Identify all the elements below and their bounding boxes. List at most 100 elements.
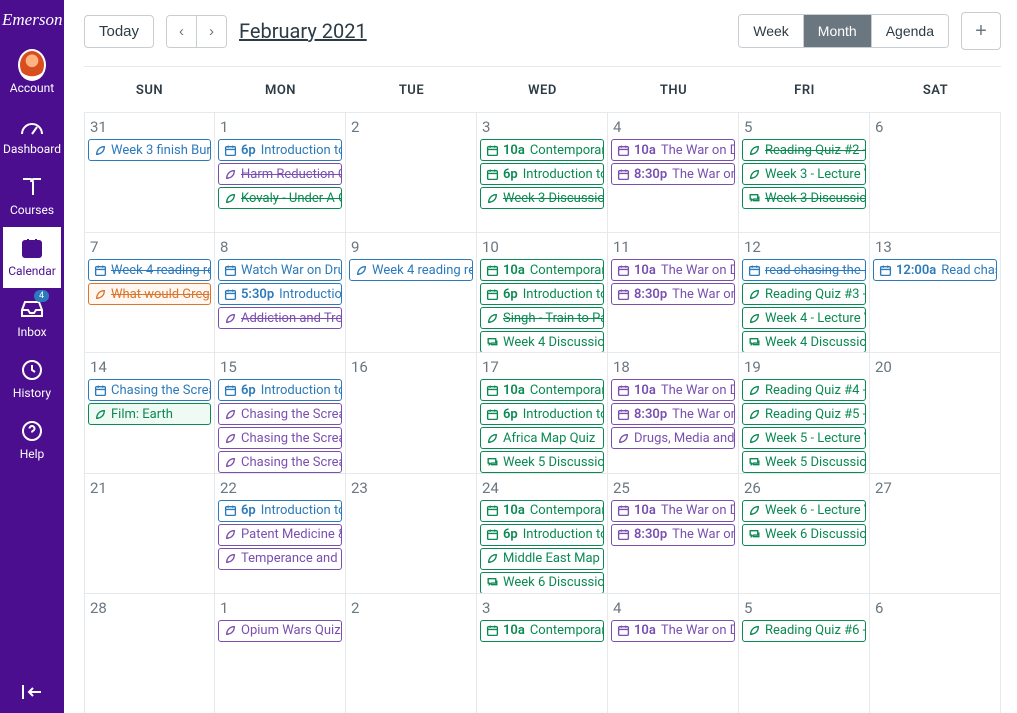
calendar-event[interactable]: Temperance and P	[218, 548, 342, 570]
calendar-day[interactable]: 1312:00aRead chasin	[870, 232, 1001, 352]
today-button[interactable]: Today	[84, 15, 154, 48]
calendar-event[interactable]: Drugs, Media and	[611, 427, 735, 449]
calendar-event[interactable]: Week 4 Discussion	[742, 331, 866, 352]
calendar-event[interactable]: Week 5 - Lecture V	[742, 427, 866, 449]
calendar-event[interactable]: 10aContemporary	[480, 500, 604, 522]
calendar-day[interactable]: 16	[346, 352, 477, 472]
calendar-day[interactable]: 2410aContemporary6pIntroduction toMiddle…	[477, 473, 608, 593]
calendar-event[interactable]: Week 4 - Lecture V	[742, 307, 866, 329]
calendar-day[interactable]: 2	[346, 112, 477, 232]
calendar-event[interactable]: 10aThe War on D	[611, 620, 735, 642]
calendar-day[interactable]: 14Chasing the ScreaFilm: Earth	[84, 352, 215, 472]
nav-account[interactable]: Account	[3, 44, 61, 105]
calendar-day[interactable]: 12read chasing the sReading Quiz #3 -Wee…	[739, 232, 870, 352]
calendar-event[interactable]: Week 5 Discussion	[742, 451, 866, 472]
calendar-day[interactable]: 6	[870, 593, 1001, 713]
calendar-event[interactable]: 6pIntroduction to	[480, 524, 604, 546]
calendar-day[interactable]: 1010aContemporary6pIntroduction toSingh …	[477, 232, 608, 352]
calendar-event[interactable]: 10aContemporary	[480, 259, 604, 281]
calendar-event[interactable]: 8:30pThe War on	[611, 283, 735, 305]
next-month-button[interactable]: ›	[196, 16, 226, 47]
calendar-event[interactable]: 10aThe War on D	[611, 259, 735, 281]
calendar-event[interactable]: Week 4 Discussion	[480, 331, 604, 352]
calendar-event[interactable]: 6pIntroduction to	[218, 379, 342, 401]
calendar-day[interactable]: 5Reading Quiz #6 -	[739, 593, 870, 713]
calendar-event[interactable]: Week 6 Discussion	[480, 572, 604, 593]
calendar-day[interactable]: 23	[346, 473, 477, 593]
calendar-day[interactable]: 410aThe War on D8:30pThe War on	[608, 112, 739, 232]
calendar-event[interactable]: Africa Map Quiz	[480, 427, 604, 449]
calendar-event[interactable]: 6pIntroduction to	[480, 403, 604, 425]
calendar-day[interactable]: 9Week 4 reading re	[346, 232, 477, 352]
calendar-day[interactable]: 6	[870, 112, 1001, 232]
calendar-event[interactable]: Chasing the Screa	[218, 451, 342, 472]
calendar-event[interactable]: Reading Quiz #2 -	[742, 139, 866, 161]
calendar-day[interactable]: 26Week 6 - Lecture VWeek 6 Discussion	[739, 473, 870, 593]
month-title[interactable]: February 2021	[239, 19, 367, 43]
calendar-event[interactable]: Week 6 - Lecture V	[742, 500, 866, 522]
view-month-button[interactable]: Month	[803, 15, 871, 47]
calendar-day[interactable]: 156pIntroduction toChasing the ScreaChas…	[215, 352, 346, 472]
calendar-event[interactable]: Patent Medicine &	[218, 524, 342, 546]
calendar-day[interactable]: 1110aThe War on D8:30pThe War on	[608, 232, 739, 352]
calendar-day[interactable]: 5Reading Quiz #2 -Week 3 - Lecture VWeek…	[739, 112, 870, 232]
view-agenda-button[interactable]: Agenda	[871, 15, 948, 47]
calendar-day[interactable]: 20	[870, 352, 1001, 472]
calendar-event[interactable]: 8:30pThe War on	[611, 163, 735, 185]
calendar-day[interactable]: 21	[84, 473, 215, 593]
calendar-event[interactable]: Reading Quiz #3 -	[742, 283, 866, 305]
calendar-event[interactable]: 10aContemporary	[480, 620, 604, 642]
calendar-day[interactable]: 19Reading Quiz #4 -Reading Quiz #5 -Week…	[739, 352, 870, 472]
calendar-event[interactable]: 6pIntroduction to	[218, 500, 342, 522]
nav-dashboard[interactable]: Dashboard	[3, 105, 61, 166]
calendar-event[interactable]: 10aContemporary	[480, 379, 604, 401]
calendar-event[interactable]: 10aThe War on D	[611, 500, 735, 522]
view-week-button[interactable]: Week	[739, 15, 803, 47]
calendar-event[interactable]: Film: Earth	[88, 403, 211, 425]
calendar-event[interactable]: 12:00aRead chasin	[873, 259, 997, 281]
calendar-event[interactable]: Chasing the Screa	[218, 403, 342, 425]
calendar-event[interactable]: Week 3 - Lecture V	[742, 163, 866, 185]
calendar-event[interactable]: Watch War on Dru	[218, 259, 342, 281]
calendar-day[interactable]: 310aContemporary6pIntroduction toWeek 3 …	[477, 112, 608, 232]
calendar-event[interactable]: Kovaly - Under A G	[218, 187, 342, 209]
calendar-event[interactable]: 6pIntroduction to	[218, 139, 342, 161]
calendar-day[interactable]: 28	[84, 593, 215, 713]
calendar-event[interactable]: Reading Quiz #5 -	[742, 403, 866, 425]
calendar-day[interactable]: 1Opium Wars Quiz	[215, 593, 346, 713]
calendar-event[interactable]: Week 3 Discussio	[742, 187, 866, 209]
calendar-event[interactable]: 8:30pThe War on	[611, 524, 735, 546]
nav-history[interactable]: History	[3, 349, 61, 410]
nav-help[interactable]: Help	[3, 410, 61, 471]
calendar-event[interactable]: Week 5 Discussion	[480, 451, 604, 472]
calendar-event[interactable]: Middle East Map Q	[480, 548, 604, 570]
calendar-event[interactable]: Chasing the Screa	[218, 427, 342, 449]
calendar-event[interactable]: Addiction and Tre	[218, 307, 342, 329]
calendar-event[interactable]: 10aThe War on D	[611, 139, 735, 161]
calendar-day[interactable]: 310aContemporary	[477, 593, 608, 713]
calendar-event[interactable]: Singh - Train to Pa	[480, 307, 604, 329]
calendar-day[interactable]: 1810aThe War on D8:30pThe War onDrugs, M…	[608, 352, 739, 472]
calendar-event[interactable]: 6pIntroduction to	[480, 283, 604, 305]
calendar-event[interactable]: Week 3 finish Buri	[88, 139, 211, 161]
calendar-event[interactable]: 8:30pThe War on	[611, 403, 735, 425]
calendar-event[interactable]: Chasing the Screa	[88, 379, 211, 401]
calendar-event[interactable]: Week 4 reading re	[349, 259, 473, 281]
calendar-event[interactable]: Reading Quiz #4 -	[742, 379, 866, 401]
nav-calendar[interactable]: Calendar	[3, 227, 61, 288]
calendar-day[interactable]: 226pIntroduction toPatent Medicine &Temp…	[215, 473, 346, 593]
nav-courses[interactable]: Courses	[3, 166, 61, 227]
collapse-nav-button[interactable]	[21, 667, 43, 713]
calendar-event[interactable]: Week 4 reading re	[88, 259, 211, 281]
calendar-event[interactable]: Week 6 Discussion	[742, 524, 866, 546]
calendar-event[interactable]: Harm Reduction C	[218, 163, 342, 185]
calendar-event[interactable]: 10aContemporary	[480, 139, 604, 161]
add-event-button[interactable]: +	[961, 12, 1001, 50]
calendar-day[interactable]: 16pIntroduction toHarm Reduction CKovaly…	[215, 112, 346, 232]
calendar-event[interactable]: read chasing the s	[742, 259, 866, 281]
calendar-day[interactable]: 2510aThe War on D8:30pThe War on	[608, 473, 739, 593]
calendar-event[interactable]: Week 3 Discussio	[480, 187, 604, 209]
calendar-day[interactable]: 31Week 3 finish Buri	[84, 112, 215, 232]
calendar-day[interactable]: 8Watch War on Dru5:30pIntroductionAddict…	[215, 232, 346, 352]
calendar-day[interactable]: 7Week 4 reading reWhat would Greg	[84, 232, 215, 352]
